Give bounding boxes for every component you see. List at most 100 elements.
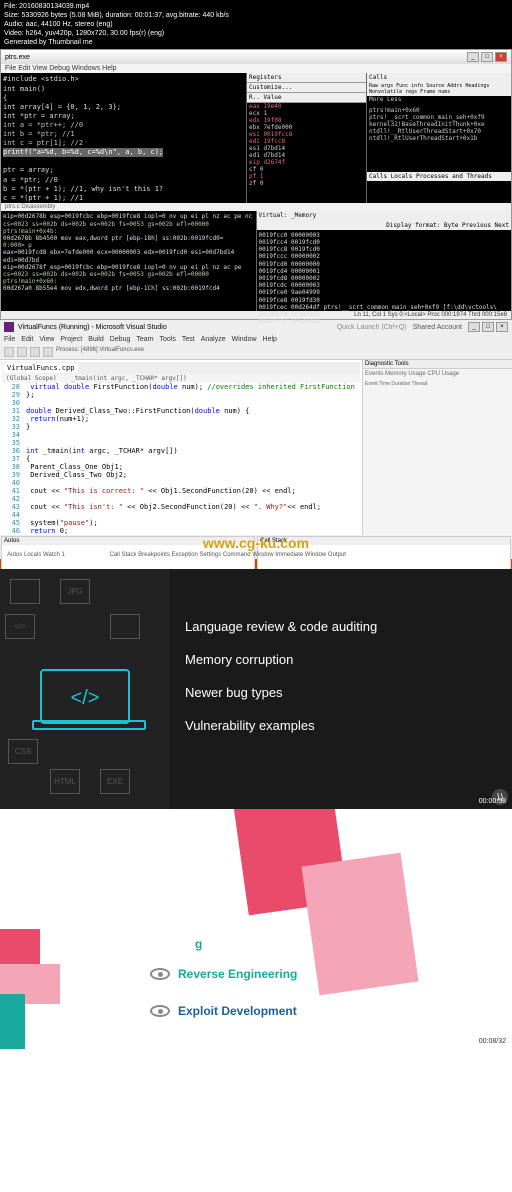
- code-line: 32 return(num+1);: [2, 415, 360, 423]
- register-row: pf 1: [247, 173, 366, 180]
- code-line-highlighted: printf("a=%d, b=%d, c=%d\n", a, b, c);: [3, 148, 163, 157]
- code-line: 35: [2, 439, 360, 447]
- call-row: ptrs!__scrt_common_main_seh+0xf9: [367, 114, 511, 121]
- memory-pane[interactable]: Virtual: _Memory Display format: Byte Pr…: [256, 211, 512, 311]
- code-line: 39 Derived_Class_Two Obj2;: [2, 471, 360, 479]
- decorative-bar: [0, 994, 25, 1049]
- topic-partial: g: [195, 937, 202, 951]
- code-line: 28 virtual double FirstFunction(double n…: [2, 383, 360, 391]
- register-row: es1 d7bd14: [247, 145, 366, 152]
- code-line: int b = *ptr; //1: [3, 130, 244, 139]
- callstack-pane[interactable]: Calls Raw args Func info Source Addrs He…: [366, 73, 511, 203]
- register-row: eip d2674f: [247, 159, 366, 166]
- memory-row: 0019fcc0 00000003: [259, 232, 510, 239]
- memory-row: 0019fcd4 00000001: [259, 268, 510, 275]
- topic-item: Memory corruption: [185, 652, 497, 667]
- call-row: kernel32!BaseThreadInitThunk+0xe: [367, 121, 511, 128]
- topic-item: Language review & code auditing: [185, 619, 497, 634]
- code-line: #include <stdio.h>: [3, 75, 244, 84]
- jpg-icon: JPG: [60, 579, 90, 604]
- code-line: 30: [2, 399, 360, 407]
- calls-header: Calls: [367, 73, 511, 82]
- register-row: edx 19f08: [247, 117, 366, 124]
- process-selector[interactable]: Process: [4896] VirtualFuncs.exe: [56, 347, 144, 357]
- diag-title: Diagnostic Tools: [363, 360, 512, 369]
- course-slide-roadmap: g Reverse Engineering Exploit Developmen…: [0, 809, 512, 1049]
- toolbar-icon[interactable]: [43, 347, 53, 357]
- source-tabs[interactable]: ptrs.c Disassembly: [1, 203, 511, 211]
- disasm-line: ptrs!main+0x4b:: [3, 228, 254, 235]
- window-title: ptrs.exe: [5, 54, 30, 61]
- maximize-button[interactable]: □: [481, 52, 493, 62]
- vs-title-text: VirtualFuncs (Running) - Microsoft Visua…: [18, 324, 167, 331]
- close-button[interactable]: ×: [495, 52, 507, 62]
- register-row: ebx 7efde000: [247, 124, 366, 131]
- topic-item: Vulnerability examples: [185, 718, 497, 733]
- menu-item[interactable]: Debug: [110, 336, 131, 343]
- register-row: esi 0019fcc8: [247, 131, 366, 138]
- registers-pane[interactable]: Registers Customize... R.. Value eax 19e…: [246, 73, 366, 203]
- toolbar-icon[interactable]: [17, 347, 27, 357]
- menu-item[interactable]: Project: [60, 336, 82, 343]
- course-slide-topics: JPG </> CSS HTML EXE </> Language review…: [0, 569, 512, 809]
- code-line: 34: [2, 431, 360, 439]
- menu-item[interactable]: Test: [182, 336, 195, 343]
- vs-toolbar[interactable]: Process: [4896] VirtualFuncs.exe: [0, 345, 512, 360]
- toolbar-icon[interactable]: [30, 347, 40, 357]
- menu-item[interactable]: Help: [263, 336, 277, 343]
- menu-item[interactable]: File: [4, 336, 15, 343]
- script-icon: </>: [5, 614, 35, 639]
- css-icon: CSS: [8, 739, 38, 764]
- code-line: 36int _tmain(int argc, _TCHAR* argv[]): [2, 447, 360, 455]
- disassembly-pane[interactable]: eip=00d2678b esp=0019fcbc ebp=0019fce8 i…: [1, 211, 256, 311]
- registers-header: Registers: [247, 73, 366, 83]
- memory-row: 0019fcfc 0052e9b8: [259, 318, 510, 325]
- visual-studio-window: VirtualFuncs (Running) - Microsoft Visua…: [0, 320, 512, 569]
- meta-video: Video: h264, yuv420p, 1280x720, 30.00 fp…: [4, 29, 508, 38]
- code-line: int a = *ptr++; //0: [3, 121, 244, 130]
- memory-row: 0019fcdc 00000003: [259, 282, 510, 289]
- register-row: zf 0: [247, 180, 366, 187]
- diag-tabs[interactable]: Events Memory Usage CPU Usage: [365, 371, 510, 377]
- memory-row: 0019fccc 00000002: [259, 253, 510, 260]
- code-line: a = *ptr; //0: [3, 176, 244, 185]
- menu-item[interactable]: Edit: [21, 336, 33, 343]
- memory-row: 0019fcc4 0019fcd0: [259, 239, 510, 246]
- debugger-window: ptrs.exe _ □ × File Edit View Debug Wind…: [0, 49, 512, 320]
- code-editor[interactable]: VirtualFuncs.cpp (Global Scope) _tmain(i…: [0, 360, 362, 535]
- menu-item[interactable]: Build: [88, 336, 104, 343]
- code-line: 37{: [2, 455, 360, 463]
- eye-icon: [150, 1005, 170, 1017]
- menu-item[interactable]: Team: [136, 336, 153, 343]
- menu-item[interactable]: View: [39, 336, 54, 343]
- memory-row: 0019fcd8 00000002: [259, 275, 510, 282]
- code-line: 29};: [2, 391, 360, 399]
- bottom-tabs-left[interactable]: Autos Locals Watch 1: [4, 551, 68, 559]
- meta-gen: Generated by Thumbnail me: [4, 38, 508, 47]
- code-line: 41 cout << "This is correct: " << Obj1.S…: [2, 487, 360, 495]
- menu-item[interactable]: Analyze: [201, 336, 226, 343]
- memory-row: 0019fcd0 00000000: [259, 261, 510, 268]
- toolbar-icon[interactable]: [4, 347, 14, 357]
- memory-row: 0019fce0 9ae04999: [259, 289, 510, 296]
- menu-item[interactable]: Tools: [160, 336, 176, 343]
- folder-icon: [110, 614, 140, 639]
- topic-item: Newer bug types: [185, 685, 497, 700]
- code-line: b = *(ptr + 1); //1, why isn't this 1?: [3, 185, 244, 194]
- diagnostic-tools-panel[interactable]: Diagnostic Tools Events Memory Usage CPU…: [362, 360, 512, 535]
- disasm-line: 00d2678b 8b4500 mov eax,dword ptr [ebp-1…: [3, 235, 254, 242]
- bottom-tabs-right[interactable]: Call Stack Breakpoints Exception Setting…: [109, 552, 345, 558]
- vs-menubar[interactable]: File Edit View Project Build Debug Team Tools Te…: [0, 334, 512, 345]
- minimize-button[interactable]: _: [467, 52, 479, 62]
- html-icon: HTML: [50, 769, 80, 794]
- register-row: ed1 d7bd14: [247, 152, 366, 159]
- debugger-menubar[interactable]: File Edit View Debug Windows Help: [1, 64, 511, 73]
- window-titlebar[interactable]: ptrs.exe _ □ ×: [1, 50, 511, 64]
- timestamp: 00:00:58: [479, 798, 506, 805]
- eye-icon: [150, 968, 170, 980]
- menu-item[interactable]: Window: [232, 336, 257, 343]
- source-code-pane[interactable]: #include <stdio.h> int main() { int arra…: [1, 73, 246, 203]
- code-line: c = *(ptr + 1); //1: [3, 194, 244, 203]
- editor-tab[interactable]: VirtualFuncs.cpp: [3, 363, 78, 373]
- code-line: 45 system("pause");: [2, 519, 360, 527]
